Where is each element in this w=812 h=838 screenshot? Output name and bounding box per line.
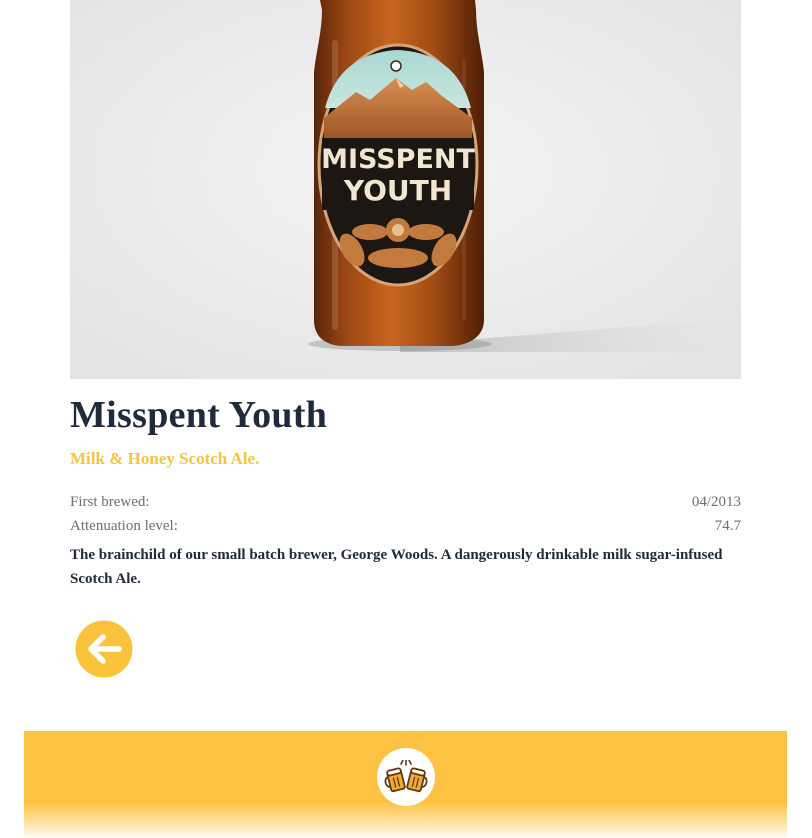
first-brewed-value: 04/2013	[691, 494, 741, 510]
attenuation-value: 74.7	[714, 518, 741, 534]
first-brewed-label: First brewed:	[70, 494, 150, 510]
site-footer	[24, 731, 787, 838]
first-brewed-row: First brewed: 04/2013	[70, 492, 741, 512]
beer-name-title: Misspent Youth	[70, 394, 328, 436]
beer-bottle-image: MISSPENT YOUTH	[70, 0, 741, 379]
footer-fade	[24, 802, 787, 838]
label-line1-text: MISSPENT	[321, 144, 475, 175]
beer-description: The brainchild of our small batch brewer…	[70, 547, 723, 587]
cheers-mugs-icon	[384, 760, 428, 793]
beer-detail-page: MISSPENT YOUTH Misspent Youth Milk & Hon…	[0, 0, 812, 838]
label-line2-text: YOUTH	[343, 174, 452, 207]
attenuation-label: Attenuation level:	[70, 518, 178, 534]
beer-tagline: Milk & Honey Scotch Ale.	[70, 449, 260, 468]
back-button[interactable]	[75, 620, 135, 680]
attenuation-row: Attenuation level: 74.7	[70, 516, 741, 536]
arrow-left-circle-icon	[75, 620, 133, 678]
footer-logo[interactable]	[377, 748, 435, 806]
